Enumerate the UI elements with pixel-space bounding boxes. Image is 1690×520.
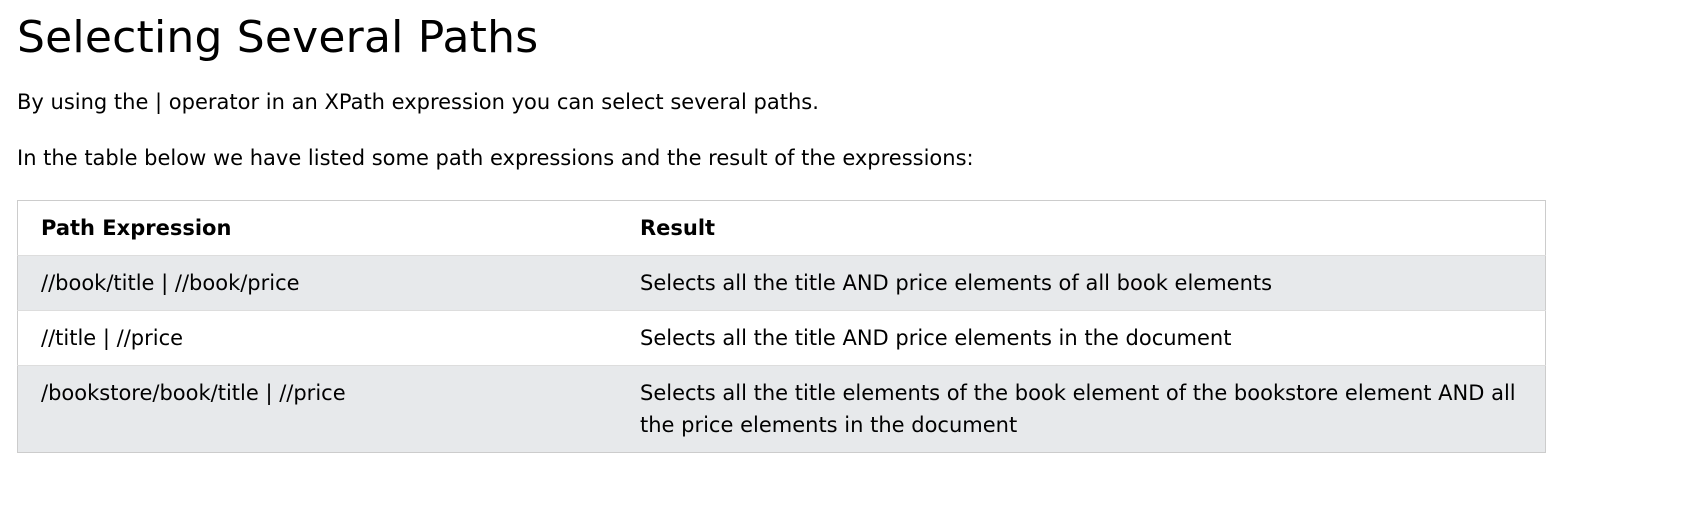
page-title: Selecting Several Paths [17,12,539,63]
result-cell: Selects all the title elements of the bo… [640,381,1516,437]
result-cell: Selects all the title AND price elements… [640,271,1273,295]
table-description-paragraph: In the table below we have listed some p… [17,146,974,170]
column-header-result: Result [640,216,716,240]
path-expressions-table: Path Expression Result //book/title | //… [17,200,1546,453]
table-header-row: Path Expression Result [18,201,1546,256]
column-header-path-expression: Path Expression [41,216,232,240]
path-expression-cell: //book/title | //book/price [41,271,300,295]
path-expression-cell: //title | //price [41,326,184,350]
table-row: //title | //price Selects all the title … [17,310,1546,366]
intro-paragraph: By using the | operator in an XPath expr… [17,90,819,114]
path-expression-cell: /bookstore/book/title | //price [41,381,346,405]
table-row: //book/title | //book/price Selects all … [17,255,1546,311]
result-cell: Selects all the title AND price elements… [640,326,1232,350]
page-content: Selecting Several Paths By using the | o… [0,10,1690,453]
table-row: /bookstore/book/title | //price Selects … [17,365,1546,453]
